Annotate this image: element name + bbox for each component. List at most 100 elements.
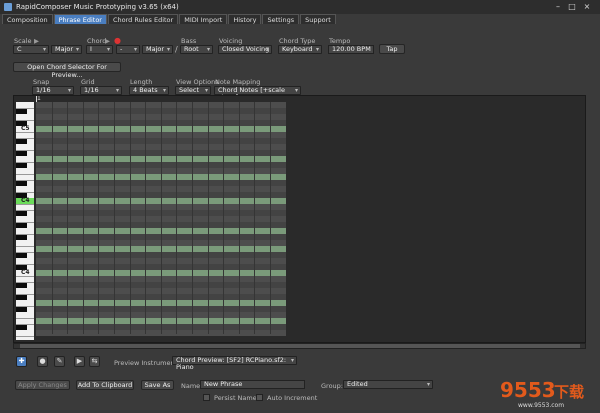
grid-line	[114, 102, 115, 334]
black-key[interactable]	[16, 150, 27, 156]
save-as-button[interactable]: Save As	[141, 380, 174, 390]
key-divider	[16, 336, 34, 337]
watermark-suffix: 下载	[554, 383, 585, 401]
minimize-icon[interactable]: –	[553, 2, 563, 12]
group-label: Group:	[321, 382, 343, 390]
scale-root-dropdown[interactable]: C	[13, 45, 49, 54]
c5-label: C5	[21, 125, 30, 132]
grid-line	[192, 102, 193, 334]
grid-line	[238, 102, 240, 334]
horizontal-scrollbar[interactable]	[13, 343, 586, 349]
play-icon[interactable]: ▶	[74, 356, 85, 367]
note-mapping-label: Note Mapping	[215, 78, 261, 86]
grid-label: Grid	[81, 78, 95, 86]
auto-increment-checkbox[interactable]	[256, 394, 263, 401]
grid-line	[98, 102, 100, 334]
black-key[interactable]	[16, 210, 27, 216]
black-key[interactable]	[16, 324, 27, 330]
play-chord-icon[interactable]: ▶	[105, 37, 110, 45]
black-key[interactable]	[16, 138, 27, 144]
scrollbar-thumb[interactable]	[20, 344, 580, 348]
key-divider	[16, 318, 34, 319]
bass-label: Bass	[181, 37, 197, 45]
chord-label: Chord	[87, 37, 107, 45]
tempo-field[interactable]: 120.00 BPM	[328, 45, 374, 54]
black-key[interactable]	[16, 306, 27, 312]
tab-history[interactable]: History	[228, 14, 262, 24]
watermark-url: www.9553.com	[518, 402, 565, 409]
bass-dropdown[interactable]: Root	[180, 45, 213, 54]
grid-line	[223, 102, 225, 334]
black-key[interactable]	[16, 108, 27, 114]
watermark-logo: 9553 下载 www.9553.com	[500, 378, 598, 411]
black-key[interactable]	[16, 234, 27, 240]
app-window: RapidComposer Music Prototyping v3.65 (x…	[0, 0, 600, 413]
black-key[interactable]	[16, 222, 27, 228]
black-key[interactable]	[16, 294, 27, 300]
app-icon	[4, 3, 12, 11]
loop-icon[interactable]: ⇆	[89, 356, 100, 367]
add-to-clipboard-button[interactable]: Add To Clipboard	[76, 380, 134, 390]
chord-alteration-dropdown[interactable]: -	[116, 45, 140, 54]
persist-name-checkbox[interactable]	[203, 394, 210, 401]
add-note-tool-icon[interactable]: ✚	[16, 356, 27, 367]
dot-tool-icon[interactable]: ●	[37, 356, 48, 367]
tab-midi-import[interactable]: MIDI Import	[179, 14, 228, 24]
auto-increment-label: Auto Increment	[267, 394, 318, 402]
play-scale-icon[interactable]: ▶	[34, 37, 39, 45]
view-options-label: View Options	[176, 78, 219, 86]
tab-support[interactable]: Support	[300, 14, 336, 24]
black-key[interactable]	[16, 252, 27, 258]
group-dropdown[interactable]: Edited	[343, 380, 433, 389]
maximize-icon[interactable]: □	[567, 2, 577, 12]
preview-instrument-label: Preview Instrument:	[114, 359, 180, 367]
preview-instrument-dropdown[interactable]: Chord Preview: [SF2] RCPiano.sf2: Piano	[172, 356, 297, 371]
grid-dropdown[interactable]: 1/16	[80, 86, 122, 95]
grid-line	[51, 102, 53, 334]
scale-type-dropdown[interactable]: Major	[51, 45, 82, 54]
grid-line	[145, 102, 147, 334]
chord-type-label: Chord Type	[279, 37, 316, 45]
chord-quality-dropdown[interactable]: Major	[142, 45, 173, 54]
key-divider	[16, 246, 34, 247]
snap-label: Snap	[33, 78, 50, 86]
open-chord-selector-button[interactable]: Open Chord Selector For Preview...	[13, 62, 121, 79]
voicing-dropdown[interactable]: Closed Voicing	[218, 45, 272, 54]
black-key[interactable]	[16, 162, 27, 168]
length-label: Length	[130, 78, 153, 86]
grid-line	[207, 102, 209, 334]
pencil-tool-icon[interactable]: ✎	[54, 356, 65, 367]
black-key[interactable]	[16, 180, 27, 186]
record-icon[interactable]: ●	[114, 36, 121, 45]
c4-label: C4	[21, 269, 30, 276]
c4-label: C4	[21, 197, 30, 204]
tab-phrase-editor[interactable]: Phrase Editor	[53, 14, 107, 24]
watermark-brand: 9553	[500, 378, 556, 402]
snap-dropdown[interactable]: 1/16	[32, 86, 74, 95]
piano-keyboard[interactable]: C5 C4 C4	[16, 102, 34, 340]
chord-degree-dropdown[interactable]: I	[86, 45, 113, 54]
note-mapping-dropdown[interactable]: Chord Notes [+scale steps]	[214, 86, 301, 101]
length-dropdown[interactable]: 4 Beats	[129, 86, 169, 95]
close-icon[interactable]: ×	[582, 2, 592, 12]
slash-separator: /	[175, 45, 178, 54]
tap-tempo-button[interactable]: Tap	[379, 44, 405, 54]
grid-line	[82, 102, 84, 334]
grid-line	[176, 102, 178, 334]
title-bar: RapidComposer Music Prototyping v3.65 (x…	[0, 0, 600, 14]
tab-chord-rules-editor[interactable]: Chord Rules Editor	[107, 14, 179, 24]
black-key[interactable]	[16, 282, 27, 288]
scale-label: Scale	[14, 37, 32, 45]
apply-changes-button[interactable]: Apply Changes	[15, 380, 70, 390]
tab-settings[interactable]: Settings	[262, 14, 300, 24]
chord-type-dropdown[interactable]: Keyboard	[278, 45, 322, 54]
main-tabs: Composition Phrase Editor Chord Rules Ed…	[2, 14, 337, 24]
piano-roll[interactable]: 1 C5 C4 C4	[13, 95, 586, 343]
persist-name-label: Persist Name	[214, 394, 257, 402]
tempo-label: Tempo	[329, 37, 351, 45]
tab-composition[interactable]: Composition	[2, 14, 53, 24]
grid-line	[67, 102, 69, 334]
voicing-label: Voicing	[219, 37, 243, 45]
view-options-dropdown[interactable]: Select	[175, 86, 211, 95]
phrase-name-input[interactable]: New Phrase	[200, 380, 305, 389]
